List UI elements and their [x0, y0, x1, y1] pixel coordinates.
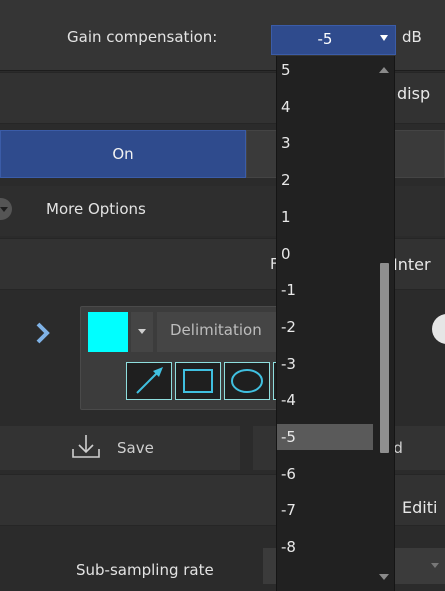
on-button[interactable]: On [0, 130, 246, 178]
dropdown-option[interactable]: -7 [277, 497, 373, 523]
section-header-display-label: disp [397, 84, 431, 103]
dropdown-option[interactable]: 5 [277, 57, 373, 83]
dropdown-arrow-icon [138, 329, 146, 334]
rectangle-tool-button[interactable] [175, 362, 221, 400]
scrollbar[interactable] [375, 56, 394, 591]
save-label: Save [117, 439, 154, 457]
dropdown-option[interactable]: -5 [277, 424, 373, 450]
dropdown-option[interactable]: -4 [277, 387, 373, 413]
gain-unit-label: dB [402, 28, 422, 46]
color-dropdown-button[interactable] [131, 312, 153, 352]
more-options-label: More Options [46, 200, 146, 218]
download-icon [72, 435, 100, 458]
ellipse-icon [231, 369, 263, 393]
dropdown-option[interactable]: -8 [277, 534, 373, 560]
gain-dropdown-list[interactable]: 5 4 3 2 1 0 -1 -2 -3 -4 -5 -6 -7 -8 [276, 56, 395, 591]
dropdown-arrow-icon [431, 563, 439, 568]
dropdown-arrow-icon [380, 35, 388, 41]
scrollbar-thumb[interactable] [380, 263, 389, 453]
dropdown-option[interactable]: 0 [277, 241, 373, 267]
dropdown-option[interactable]: -3 [277, 351, 373, 377]
arrow-icon [136, 367, 163, 394]
gain-compensation-label: Gain compensation: [67, 28, 218, 46]
scroll-up-icon[interactable] [379, 67, 389, 73]
color-swatch[interactable] [88, 312, 128, 352]
delimitation-label: Delimitation [170, 321, 262, 339]
chevron-right-icon[interactable] [36, 322, 50, 344]
ellipse-tool-button[interactable] [224, 362, 270, 400]
arrow-tool-button[interactable] [126, 362, 172, 400]
sub-sampling-label: Sub-sampling rate [76, 561, 214, 579]
dropdown-option[interactable]: -6 [277, 461, 373, 487]
dropdown-option[interactable]: 3 [277, 130, 373, 156]
dropdown-option[interactable]: -2 [277, 314, 373, 340]
section-header-interaction-label: Inter [393, 255, 431, 274]
gain-compensation-select[interactable]: -5 [271, 25, 396, 55]
rectangle-icon [183, 369, 213, 393]
dropdown-option[interactable]: 4 [277, 94, 373, 120]
dropdown-option[interactable]: 2 [277, 167, 373, 193]
section-header-edition-label: Editi [402, 498, 438, 517]
scroll-down-icon[interactable] [379, 574, 389, 580]
gain-selected-value: -5 [317, 30, 333, 48]
dropdown-option[interactable]: -1 [277, 277, 373, 303]
dropdown-option[interactable]: 1 [277, 204, 373, 230]
